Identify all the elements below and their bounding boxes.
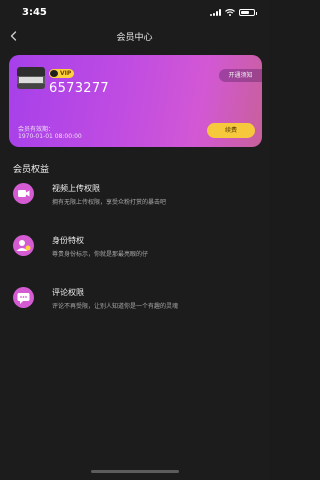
vip-badge-label: VIP (60, 70, 72, 77)
benefit-item-video-upload: 视频上传权限 拥有无限上传权限，享受众粉打赏的暴击吧 (0, 183, 269, 213)
renew-button[interactable]: 续费 (207, 123, 255, 138)
user-id: 6573277 (49, 81, 109, 96)
benefit-desc: 尊贵身份标示，你就是那最亮眼的仔 (52, 251, 149, 258)
header: 会员中心 (0, 26, 269, 46)
benefit-name: 身份特权 (52, 236, 84, 245)
benefit-desc: 评论不再受限，让别人知道你是一个有趣的灵魂 (52, 303, 179, 310)
status-time: 3:45 (22, 6, 47, 18)
chat-bubble-icon (13, 287, 34, 308)
benefit-item-identity: 身份特权 尊贵身份标示，你就是那最亮眼的仔 (0, 235, 269, 265)
battery-icon (239, 8, 257, 16)
benefit-desc: 拥有无限上传权限，享受众粉打赏的暴击吧 (52, 199, 167, 206)
home-indicator (91, 470, 179, 473)
expire-label: 会员有效期： (18, 126, 55, 133)
avatar (17, 67, 45, 89)
open-notice-button[interactable]: 开通须知 (219, 69, 262, 82)
benefit-name: 视频上传权限 (52, 184, 100, 193)
status-icons (210, 8, 257, 16)
expire-value: 1970-01-01 08:00:00 (18, 133, 82, 140)
benefit-item-comment: 评论权限 评论不再受限，让别人知道你是一个有趣的灵魂 (0, 287, 269, 317)
wifi-icon (225, 8, 235, 16)
screen: 3:45 会员中心 VIP 6573277 开通须知 会员有效期： 1970-0… (0, 0, 269, 480)
crown-icon (50, 70, 58, 77)
vip-badge: VIP (49, 69, 75, 78)
video-camera-icon (13, 183, 34, 204)
signal-icon (210, 8, 221, 16)
page-title: 会员中心 (116, 33, 153, 43)
member-card: VIP 6573277 开通须知 会员有效期： 1970-01-01 08:00… (9, 55, 262, 147)
status-bar: 3:45 (0, 0, 269, 24)
benefits-title: 会员权益 (13, 165, 50, 175)
user-badge-icon (13, 235, 34, 256)
benefit-name: 评论权限 (52, 288, 84, 297)
